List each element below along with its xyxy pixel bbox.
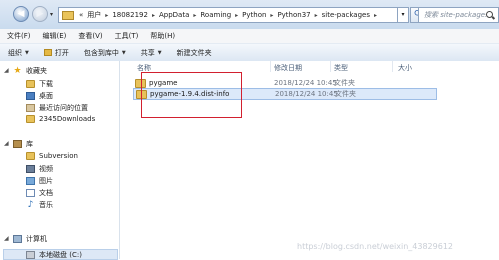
include-library-label: 包含到库中 — [83, 48, 119, 57]
chevron-right-icon[interactable]: ▸ — [233, 12, 240, 19]
highlight-annotation-box — [141, 72, 242, 118]
star-icon: ★ — [13, 65, 22, 76]
sidebar-item-documents[interactable]: 文档 — [26, 188, 53, 198]
column-divider[interactable] — [392, 61, 393, 72]
column-divider[interactable] — [330, 61, 331, 72]
sidebar-item-recent[interactable]: 最近访问的位置 — [26, 103, 88, 113]
menu-help[interactable]: 帮助(H) — [143, 31, 180, 41]
collapse-icon[interactable]: ◢ — [4, 140, 9, 147]
music-note-icon: ♪ — [27, 200, 34, 210]
desktop-icon — [26, 92, 35, 100]
folder-icon — [26, 115, 35, 123]
folder-open-icon — [43, 49, 52, 56]
menu-tools[interactable]: 工具(T) — [108, 31, 144, 41]
address-dropdown-button[interactable]: ▾ — [398, 7, 409, 23]
picture-icon — [26, 177, 35, 185]
menu-file[interactable]: 文件(F) — [0, 31, 36, 41]
sidebar-item-desktop[interactable]: 桌面 — [26, 91, 53, 101]
sidebar-item-label: Subversion — [39, 152, 78, 160]
new-folder-label: 新建文件夹 — [176, 48, 212, 57]
open-label: 打开 — [54, 48, 69, 57]
navigation-pane: ◢ ★ 收藏夹 下载 桌面 最近访问的位置 2345Downloads ◢ 库 … — [0, 61, 120, 260]
breadcrumb-users[interactable]: 用户 — [85, 10, 103, 20]
forward-button[interactable]: ▶ — [32, 6, 48, 22]
sidebar-item-subversion[interactable]: Subversion — [26, 152, 78, 160]
breadcrumb-python[interactable]: Python — [240, 11, 268, 19]
column-header-type[interactable]: 类型 — [334, 63, 348, 73]
file-date: 2018/12/24 10:45 — [274, 79, 337, 87]
column-header-size[interactable]: 大小 — [398, 63, 412, 73]
collapse-icon[interactable]: ◢ — [4, 235, 9, 242]
sidebar-item-download[interactable]: 下载 — [26, 79, 53, 89]
recent-pages-dropdown[interactable]: ▾ — [50, 11, 53, 18]
hard-drive-icon — [26, 251, 35, 259]
sidebar-item-label: 视频 — [39, 165, 53, 173]
sidebar-item-label: 音乐 — [39, 201, 53, 209]
recent-places-icon — [26, 104, 35, 112]
menu-bar: 文件(F) 编辑(E) 查看(V) 工具(T) 帮助(H) — [0, 29, 499, 43]
folder-icon — [62, 10, 74, 20]
chevron-right-icon[interactable]: ▸ — [103, 12, 110, 19]
menu-edit[interactable]: 编辑(E) — [36, 31, 72, 41]
menu-view[interactable]: 查看(V) — [71, 31, 107, 41]
chevron-right-icon[interactable]: ▸ — [191, 12, 198, 19]
file-type: 文件夹 — [334, 79, 355, 87]
file-type: 文件夹 — [335, 90, 356, 98]
chevron-right-icon[interactable]: ▸ — [313, 12, 320, 19]
folder-icon — [26, 152, 35, 160]
command-bar: 组织 ▼ 打开 包含到库中 ▼ 共享 ▼ 新建文件夹 — [0, 43, 499, 62]
collapse-icon[interactable]: ◢ — [4, 67, 9, 74]
sidebar-item-label: 库 — [26, 140, 33, 148]
file-date: 2018/12/24 10:45 — [275, 90, 338, 98]
address-bar[interactable]: « 用户 ▸ 18082192 ▸ AppData ▸ Roaming ▸ Py… — [58, 7, 398, 23]
search-input[interactable]: 搜索 site-packages — [419, 10, 486, 20]
chevron-down-icon: ▼ — [121, 49, 126, 56]
breadcrumb-site-packages[interactable]: site-packages — [320, 11, 372, 19]
address-toolbar: ◀ ▶ ▾ « 用户 ▸ 18082192 ▸ AppData ▸ Roamin… — [0, 0, 499, 30]
sidebar-item-label: 文档 — [39, 189, 53, 197]
sidebar-item-label: 桌面 — [39, 92, 53, 100]
breadcrumb-appdata[interactable]: AppData — [157, 11, 191, 19]
include-in-library-button[interactable]: 包含到库中 ▼ — [76, 48, 133, 58]
sidebar-item-favorites[interactable]: ★ 收藏夹 — [13, 66, 47, 76]
chevron-down-icon: ▼ — [157, 49, 162, 56]
chevron-right-icon[interactable]: ▸ — [268, 12, 275, 19]
organize-label: 组织 — [8, 48, 22, 57]
sidebar-item-label: 计算机 — [26, 235, 47, 243]
chevron-down-icon: ▼ — [25, 49, 29, 56]
new-folder-button[interactable]: 新建文件夹 — [169, 48, 219, 58]
sidebar-item-pictures[interactable]: 图片 — [26, 176, 53, 186]
share-button[interactable]: 共享 ▼ — [133, 48, 169, 58]
computer-icon — [13, 235, 22, 243]
column-header-date[interactable]: 修改日期 — [274, 63, 302, 73]
breadcrumb-overflow[interactable]: « — [77, 11, 85, 19]
sidebar-item-libraries[interactable]: 库 — [13, 139, 33, 149]
sidebar-item-label: 收藏夹 — [26, 67, 47, 75]
back-button[interactable]: ◀ — [13, 6, 29, 22]
download-folder-icon — [26, 80, 35, 88]
sidebar-item-label: 图片 — [39, 177, 53, 185]
chevron-right-icon[interactable]: ▸ — [372, 12, 379, 19]
breadcrumb-user[interactable]: 18082192 — [110, 11, 150, 19]
sidebar-item-videos[interactable]: 视频 — [26, 164, 53, 174]
share-label: 共享 — [140, 48, 155, 57]
sidebar-item-label: 最近访问的位置 — [39, 104, 88, 112]
sidebar-item-label: 下载 — [39, 80, 53, 88]
column-divider[interactable] — [270, 61, 271, 72]
sidebar-item-computer[interactable]: 计算机 — [13, 234, 47, 244]
sidebar-item-music[interactable]: ♪ 音乐 — [26, 200, 53, 210]
chevron-right-icon[interactable]: ▸ — [150, 12, 157, 19]
organize-button[interactable]: 组织 ▼ — [0, 48, 36, 58]
sidebar-item-2345downloads[interactable]: 2345Downloads — [26, 115, 95, 123]
document-icon — [26, 189, 35, 197]
library-icon — [13, 140, 22, 148]
breadcrumb-roaming[interactable]: Roaming — [198, 11, 233, 19]
sidebar-item-label: 2345Downloads — [39, 115, 96, 123]
open-button[interactable]: 打开 — [36, 48, 76, 58]
video-icon — [26, 165, 35, 173]
watermark-text: https://blog.csdn.net/weixin_43829612 — [297, 242, 454, 251]
search-box[interactable]: 搜索 site-packages — [418, 7, 499, 23]
search-icon[interactable] — [486, 10, 495, 20]
breadcrumb-python37[interactable]: Python37 — [275, 11, 312, 19]
